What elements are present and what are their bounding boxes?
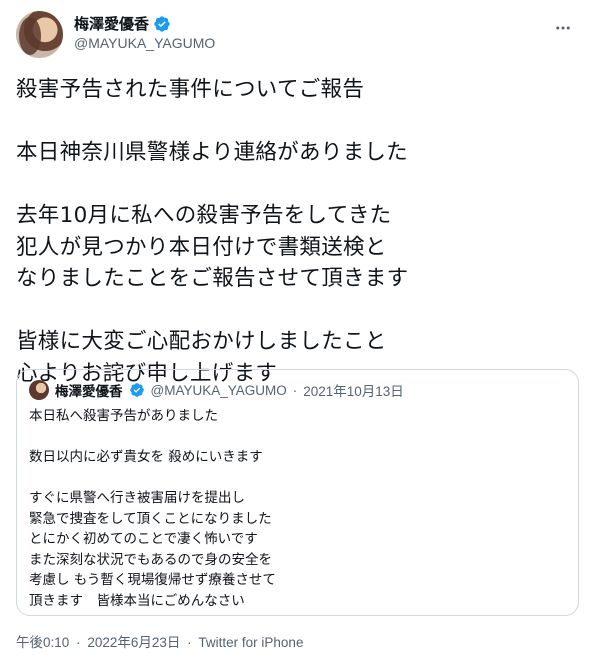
tweet-source[interactable]: Twitter for iPhone bbox=[198, 635, 303, 650]
quoted-line-gap bbox=[29, 427, 566, 448]
tweet-line: なりましたことをご報告させて頂きます bbox=[16, 266, 409, 291]
quoted-line-gap bbox=[29, 468, 566, 489]
quoted-line: 緊急で捜査をして頂くことになりました bbox=[29, 510, 272, 527]
quoted-line: 本日私へ殺害予告がありました bbox=[29, 408, 218, 424]
quoted-line: また深刻な状況でもあるので身の安全を bbox=[29, 551, 272, 568]
verified-badge-icon bbox=[154, 15, 170, 32]
quoted-separator: · bbox=[292, 382, 298, 398]
tweet-footer: 午後0:10 · 2022年6月23日 · Twitter for iPhone bbox=[16, 631, 306, 651]
quoted-tweet-header: 梅澤愛優香 @MAYUKA_YAGUMO · 2021年10月13日 bbox=[29, 380, 404, 400]
quoted-line: 数日以内に必ず貴女を 殺めにいきます bbox=[29, 449, 263, 465]
tweet-line: 殺害予告された事件についてご報告 bbox=[16, 77, 365, 102]
quoted-author-name: 梅澤愛優香 bbox=[55, 384, 123, 400]
tweet-header: 梅澤愛優香 @MAYUKA_YAGUMO bbox=[16, 10, 575, 60]
quoted-author-avatar bbox=[29, 380, 49, 400]
footer-separator: · bbox=[187, 635, 192, 650]
tweet-date[interactable]: 2022年6月23日 bbox=[87, 635, 180, 650]
tweet-line: 本日神奈川県警様より連絡がありました bbox=[16, 140, 408, 165]
quoted-line: 頂きます 皆様本当にごめんなさい bbox=[29, 592, 245, 609]
quoted-date: 2021年10月13日 bbox=[303, 384, 404, 399]
quoted-line: 考慮し もう暫く現場復帰せず療養させて bbox=[29, 572, 276, 588]
more-dots-icon bbox=[556, 26, 570, 30]
verified-badge-icon bbox=[129, 383, 144, 397]
author-name-row: 梅澤愛優香 bbox=[74, 13, 171, 34]
quoted-author-handle: @MAYUKA_YAGUMO bbox=[150, 382, 287, 398]
footer-separator: · bbox=[76, 635, 81, 650]
tweet-line-gap bbox=[16, 169, 575, 201]
tweet-line-gap bbox=[16, 295, 575, 327]
tweet-line: 犯人が見つかり本日付けで書類送検と bbox=[16, 234, 387, 260]
more-icon[interactable] bbox=[553, 18, 573, 38]
quoted-tweet[interactable]: 梅澤愛優香 @MAYUKA_YAGUMO · 2021年10月13日 本日私へ殺… bbox=[16, 369, 579, 616]
quoted-line: すぐに県警へ行き被害届けを提出し bbox=[29, 490, 245, 506]
author-name[interactable]: 梅澤愛優香 bbox=[74, 13, 149, 34]
tweet-time[interactable]: 午後0:10 bbox=[16, 635, 69, 650]
tweet-line-gap bbox=[16, 106, 575, 138]
tweet-text: 殺害予告された事件についてご報告 本日神奈川県警様より連絡がありました 去年10… bbox=[16, 74, 575, 389]
author-handle[interactable]: @MAYUKA_YAGUMO bbox=[74, 35, 215, 51]
author-avatar[interactable] bbox=[16, 11, 63, 58]
tweet-line: 皆様に大変ご心配おかけしましたこと bbox=[16, 329, 387, 354]
quoted-line: とにかく初めてのことで凄く怖いです bbox=[29, 531, 258, 547]
quoted-tweet-text: 本日私へ殺害予告がありました 数日以内に必ず貴女を 殺めにいきます すぐに県警へ… bbox=[29, 406, 566, 611]
tweet-line: 去年10月に私への殺害予告をしてきた bbox=[16, 203, 392, 228]
